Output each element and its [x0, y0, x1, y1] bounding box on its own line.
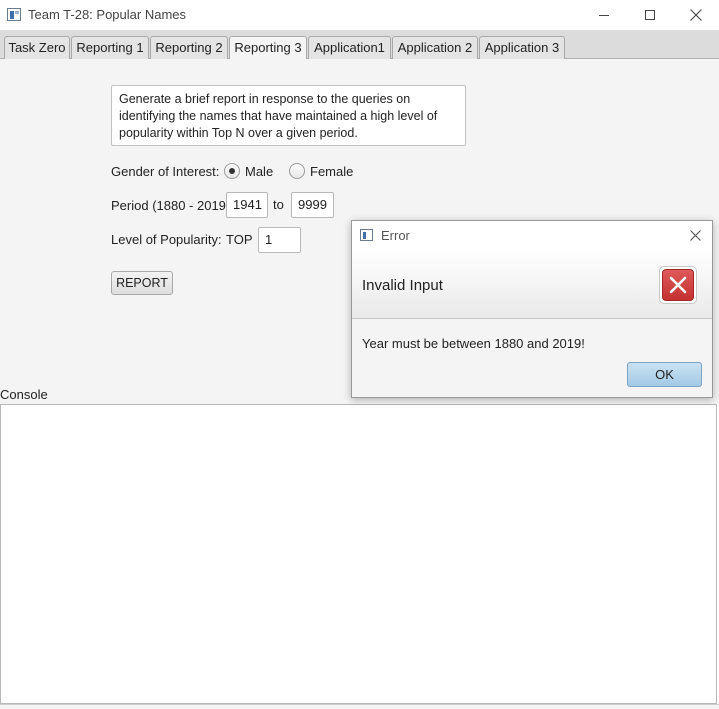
male-radio[interactable] [224, 163, 240, 179]
top-label: TOP [226, 232, 253, 247]
ok-button[interactable]: OK [627, 362, 702, 387]
console-label: Console [0, 387, 48, 402]
description-textarea[interactable]: Generate a brief report in response to t… [111, 85, 466, 146]
female-label[interactable]: Female [310, 164, 353, 179]
dialog-close-button[interactable] [690, 227, 701, 241]
gender-label: Gender of Interest: [111, 164, 220, 179]
minimize-button[interactable] [581, 0, 627, 30]
dialog-title: Error [381, 228, 410, 243]
console-textarea[interactable] [0, 404, 717, 704]
window-title: Team T-28: Popular Names [28, 7, 186, 22]
minimize-icon [599, 14, 609, 16]
tab-application-2[interactable]: Application 2 [392, 36, 478, 59]
period-start-input[interactable]: 1941 [226, 192, 268, 218]
dialog-message: Year must be between 1880 and 2019! [362, 336, 585, 351]
maximize-icon [645, 10, 655, 20]
close-icon [690, 230, 701, 241]
error-icon [659, 266, 697, 304]
report-button[interactable]: REPORT [111, 271, 173, 295]
app-icon [7, 8, 21, 21]
male-label[interactable]: Male [245, 164, 273, 179]
maximize-button[interactable] [627, 0, 673, 30]
window-bottom-edge [0, 704, 719, 709]
period-to-label: to [273, 197, 284, 212]
dialog-header-text: Invalid Input [362, 277, 443, 294]
tab-reporting-3[interactable]: Reporting 3 [229, 36, 307, 60]
period-end-input[interactable]: 9999 [291, 192, 334, 218]
tab-reporting-2[interactable]: Reporting 2 [150, 36, 228, 59]
close-button[interactable] [673, 0, 719, 30]
tab-application-1[interactable]: Application1 [308, 36, 391, 59]
tab-application-3[interactable]: Application 3 [479, 36, 565, 59]
tab-task-zero[interactable]: Task Zero [4, 36, 70, 59]
popularity-label: Level of Popularity: [111, 232, 222, 247]
top-n-input[interactable]: 1 [258, 227, 301, 253]
female-radio[interactable] [289, 163, 305, 179]
period-label: Period (1880 - 2019) [111, 198, 231, 213]
close-icon [690, 9, 702, 21]
dialog-app-icon [360, 229, 373, 241]
tab-reporting-1[interactable]: Reporting 1 [71, 36, 149, 59]
